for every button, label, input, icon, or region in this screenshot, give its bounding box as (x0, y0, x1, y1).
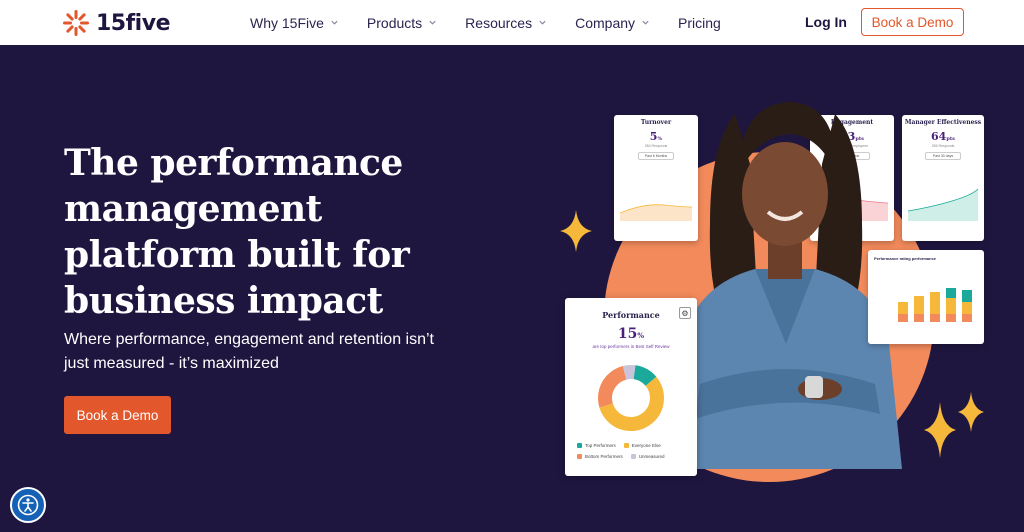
nav-label: Why 15Five (250, 14, 324, 31)
brand-logo[interactable]: 15five (62, 9, 171, 37)
accessibility-button[interactable] (10, 487, 46, 523)
card-value: 15% (617, 326, 645, 342)
brand-name: 15five (96, 10, 171, 36)
main-nav: Why 15Five Products Resources Company Pr… (250, 0, 749, 45)
nav-resources[interactable]: Resources (465, 15, 547, 31)
performance-rating-card: Performance rating performance (868, 250, 984, 344)
nav-pricing[interactable]: Pricing (678, 15, 721, 31)
nav-products[interactable]: Products (367, 15, 437, 31)
chevron-down-icon (331, 20, 338, 25)
nav-why-15five[interactable]: Why 15Five (250, 15, 339, 31)
performance-bar-chart (898, 288, 972, 322)
sunburst-logo-icon (63, 10, 89, 36)
login-link[interactable]: Log In (805, 14, 847, 30)
hero-subtitle: Where performance, engagement and retent… (64, 331, 434, 372)
performance-card: Performance ⚙ 15% are top performers in … (565, 298, 697, 476)
legend-item: Bottom Performers (577, 454, 623, 459)
header-book-demo-button[interactable]: Book a Demo (861, 8, 964, 36)
chevron-down-icon (642, 20, 649, 25)
sparkle-icon (560, 210, 592, 252)
legend-item: Everyone Else (623, 443, 661, 448)
chevron-down-icon (539, 20, 546, 25)
chart-legend: Top Performers Everyone Else Bottom Perf… (577, 443, 692, 465)
nav-label: Resources (465, 14, 533, 31)
site-header: 15five Why 15Five Products Resources Com… (0, 0, 1024, 45)
period-select[interactable]: Past 30 days (925, 152, 961, 160)
card-title: Performance rating performance (874, 256, 937, 261)
legend-item: Top Performers (577, 443, 616, 448)
nav-label: Company (575, 14, 636, 31)
hero-title: The performance management platform buil… (64, 142, 410, 322)
legend-item: Unmeasured (630, 454, 665, 459)
card-title: Performance (602, 310, 660, 320)
hero-book-demo-button[interactable]: Book a Demo (64, 396, 171, 434)
performance-donut-chart (598, 365, 664, 431)
nav-label: Products (366, 14, 423, 31)
nav-label: Pricing (678, 14, 721, 31)
card-sub: are top performers in Best Self Review (592, 344, 670, 349)
sparkle-icon (924, 402, 956, 458)
chevron-down-icon (429, 20, 436, 25)
accessibility-icon (17, 494, 39, 516)
settings-gear-icon[interactable]: ⚙ (679, 307, 691, 319)
sparkle-icon (958, 392, 984, 432)
nav-company[interactable]: Company (575, 15, 650, 31)
